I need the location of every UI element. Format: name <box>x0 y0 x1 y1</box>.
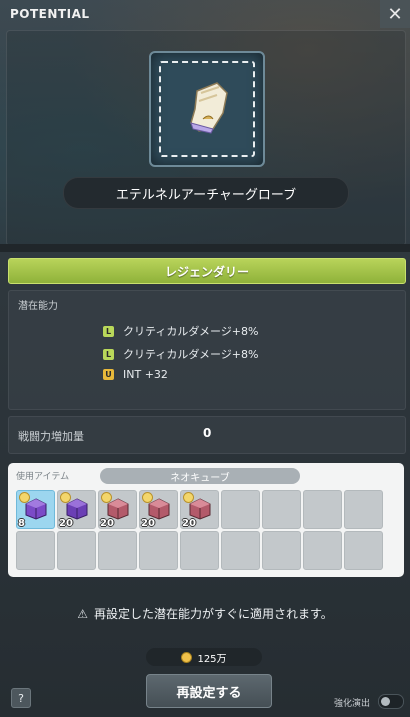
empty-slot[interactable] <box>98 531 137 570</box>
empty-slot[interactable] <box>221 490 260 529</box>
potential-line: L クリティカルダメージ+8% <box>103 323 258 339</box>
item-slot[interactable] <box>149 51 265 167</box>
potential-line-text: クリティカルダメージ+8% <box>123 348 259 361</box>
potential-line-text: クリティカルダメージ+8% <box>123 325 259 338</box>
potential-section-label: 潜在能力 <box>18 301 58 312</box>
potential-stats-panel: 潜在能力 L クリティカルダメージ+8% L クリティカルダメージ+8% U I… <box>8 290 406 410</box>
reset-button[interactable]: 再設定する <box>146 674 272 708</box>
potential-line: U INT +32 <box>103 368 168 381</box>
reset-cost: 125万 <box>146 648 262 666</box>
cube-slot[interactable]: 8 <box>16 490 55 529</box>
combat-power-panel: 戦闘力増加量 0 <box>8 416 406 454</box>
help-button[interactable]: ? <box>11 688 31 708</box>
cube-quantity: 20 <box>59 518 73 529</box>
empty-slot[interactable] <box>57 531 96 570</box>
empty-slot[interactable] <box>16 531 55 570</box>
reset-notice: ⚠ 再設定した潜在能力がすぐに適用されます。 <box>0 605 410 622</box>
section-divider <box>0 244 410 252</box>
reset-notice-text: 再設定した潜在能力がすぐに適用されます。 <box>93 607 333 621</box>
empty-slot[interactable] <box>303 490 342 529</box>
warning-icon: ⚠ <box>77 607 88 621</box>
close-button[interactable]: ✕ <box>380 0 410 28</box>
empty-slot[interactable] <box>262 490 301 529</box>
window-title: POTENTIAL <box>10 7 90 21</box>
empty-slot[interactable] <box>139 531 178 570</box>
potential-window: POTENTIAL ✕ エテルネルアーチャーグローブ レジェンダリー 潜在能力 … <box>0 0 410 717</box>
cube-slot[interactable]: 20 <box>139 490 178 529</box>
effects-toggle[interactable] <box>378 694 404 709</box>
empty-slot[interactable] <box>180 531 219 570</box>
combat-power-value: 0 <box>203 426 212 440</box>
cube-slot[interactable]: 20 <box>180 490 219 529</box>
cube-quantity: 20 <box>141 518 155 529</box>
cube-slot[interactable]: 20 <box>57 490 96 529</box>
close-icon: ✕ <box>387 3 403 25</box>
item-name: エテルネルアーチャーグローブ <box>63 177 349 209</box>
potential-line: L クリティカルダメージ+8% <box>103 346 258 362</box>
cube-slot[interactable]: 20 <box>98 490 137 529</box>
purple-cube-icon <box>25 498 47 520</box>
combat-power-label: 戦闘力増加量 <box>18 430 84 443</box>
reset-cost-amount: 125万 <box>197 653 227 665</box>
legendary-badge-icon: L <box>103 325 114 337</box>
legendary-badge-icon: L <box>103 348 114 360</box>
cube-quantity: 20 <box>182 518 196 529</box>
grade-banner: レジェンダリー <box>8 258 406 284</box>
effects-toggle-label: 強化演出 <box>334 699 371 709</box>
empty-slot[interactable] <box>262 531 301 570</box>
use-items-panel: 使用アイテム ネオキューブ 8 20 20 20 20 <box>8 463 404 577</box>
glove-icon <box>190 82 228 134</box>
toggle-knob <box>381 697 390 706</box>
cube-selector[interactable]: ネオキューブ <box>100 468 300 484</box>
empty-slot[interactable] <box>344 490 383 529</box>
empty-slot[interactable] <box>344 531 383 570</box>
empty-slot[interactable] <box>221 531 260 570</box>
cube-quantity: 20 <box>100 518 114 529</box>
unique-badge-icon: U <box>103 369 114 380</box>
meso-coin-icon <box>181 651 193 663</box>
potential-line-text: INT +32 <box>123 368 168 381</box>
cube-quantity: 8 <box>18 518 25 529</box>
use-items-label: 使用アイテム <box>16 472 70 482</box>
empty-slot[interactable] <box>303 531 342 570</box>
